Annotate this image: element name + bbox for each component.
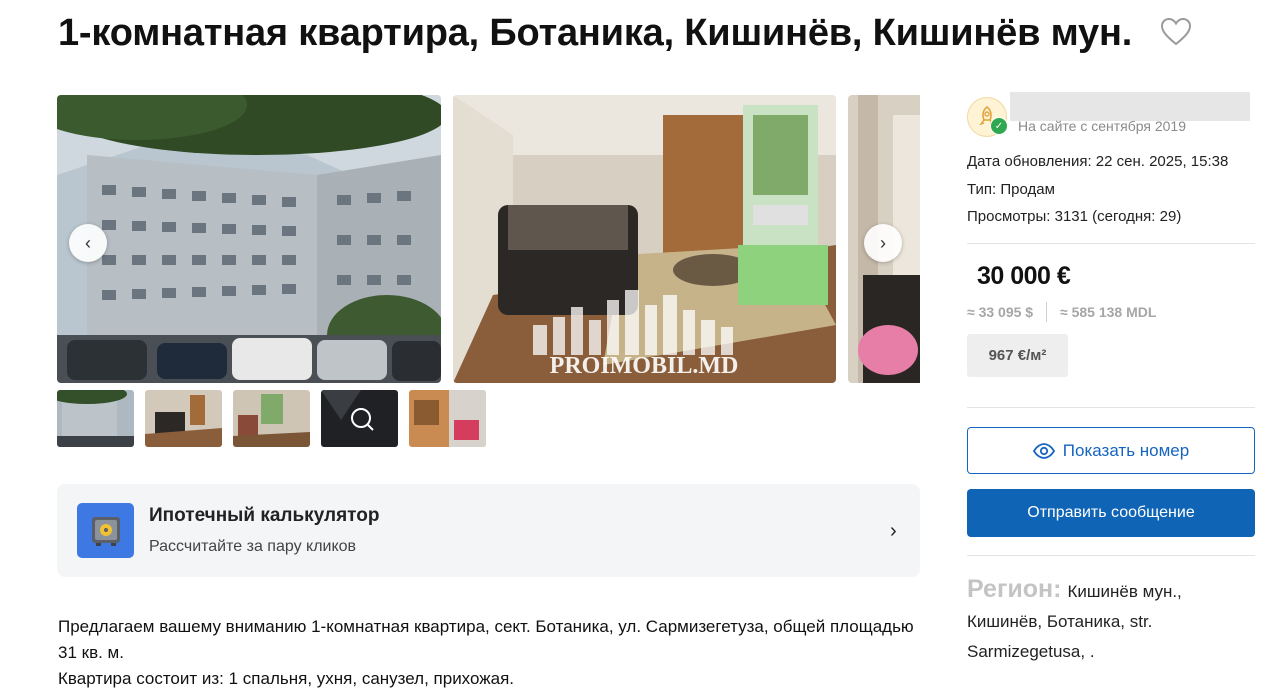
favorite-heart-icon[interactable] — [1160, 17, 1192, 47]
send-message-label: Отправить сообщение — [1027, 504, 1195, 521]
mortgage-calculator-card[interactable]: Ипотечный калькулятор Рассчитайте за пар… — [57, 484, 920, 577]
price-main: 30 000 € — [977, 262, 1071, 290]
price-usd: ≈ 33 095 $ — [967, 304, 1034, 320]
divider — [967, 407, 1255, 408]
chevron-left-icon: ‹ — [85, 232, 91, 253]
thumbnail-3[interactable] — [233, 390, 310, 447]
send-message-button[interactable]: Отправить сообщение — [967, 489, 1255, 537]
divider — [967, 555, 1255, 556]
safe-icon — [77, 503, 134, 558]
photo-room-interior[interactable]: PROIMOBIL.MD — [453, 95, 836, 383]
update-date: Дата обновления: 22 сен. 2025, 15:38 — [967, 153, 1229, 170]
divider — [967, 243, 1255, 244]
seller-name-placeholder[interactable] — [1010, 92, 1250, 121]
gallery-prev-button[interactable]: ‹ — [69, 224, 107, 262]
mortgage-subtitle: Рассчитайте за пару кликов — [149, 538, 357, 555]
thumbnail-1[interactable] — [57, 390, 134, 447]
photo-gallery: PROIMOBIL.MD ‹ › — [57, 95, 920, 383]
photo-building-exterior[interactable] — [57, 95, 441, 383]
chevron-right-icon: › — [880, 232, 886, 253]
verified-check-icon: ✓ — [990, 117, 1008, 135]
show-phone-button[interactable]: Показать номер — [967, 427, 1255, 474]
region-label: Регион: — [967, 575, 1062, 603]
gallery-next-button[interactable]: › — [864, 224, 902, 262]
mortgage-title: Ипотечный калькулятор — [149, 505, 380, 526]
thumbnail-5[interactable] — [409, 390, 486, 447]
page-title: 1-комнатная квартира, Ботаника, Кишинёв,… — [58, 12, 1133, 54]
description-line: Предлагаем вашему вниманию 1-комнатная к… — [58, 617, 914, 662]
price-mdl: ≈ 585 138 MDL — [1060, 304, 1157, 320]
show-phone-label: Показать номер — [1062, 440, 1190, 460]
eye-icon — [1032, 442, 1055, 459]
chevron-right-icon: › — [890, 520, 897, 542]
divider — [1046, 302, 1047, 322]
description-line: Квартира состоит из: 1 спальня, ухня, са… — [58, 669, 515, 688]
thumbnail-strip — [57, 390, 486, 447]
seller-since: На сайте с сентября 2019 — [1018, 118, 1186, 134]
region-info: Регион: Кишинёв мун., Кишинёв, Ботаника, … — [967, 574, 1252, 667]
listing-type: Тип: Продам — [967, 181, 1055, 198]
thumbnail-4[interactable] — [321, 390, 398, 447]
listing-description: Предлагаем вашему вниманию 1-комнатная к… — [58, 614, 918, 692]
thumbnail-2[interactable] — [145, 390, 222, 447]
watermark-text: PROIMOBIL.MD — [550, 353, 739, 379]
view-count: Просмотры: 3131 (сегодня: 29) — [967, 208, 1182, 225]
price-per-m2: 967 €/м² — [967, 334, 1068, 377]
